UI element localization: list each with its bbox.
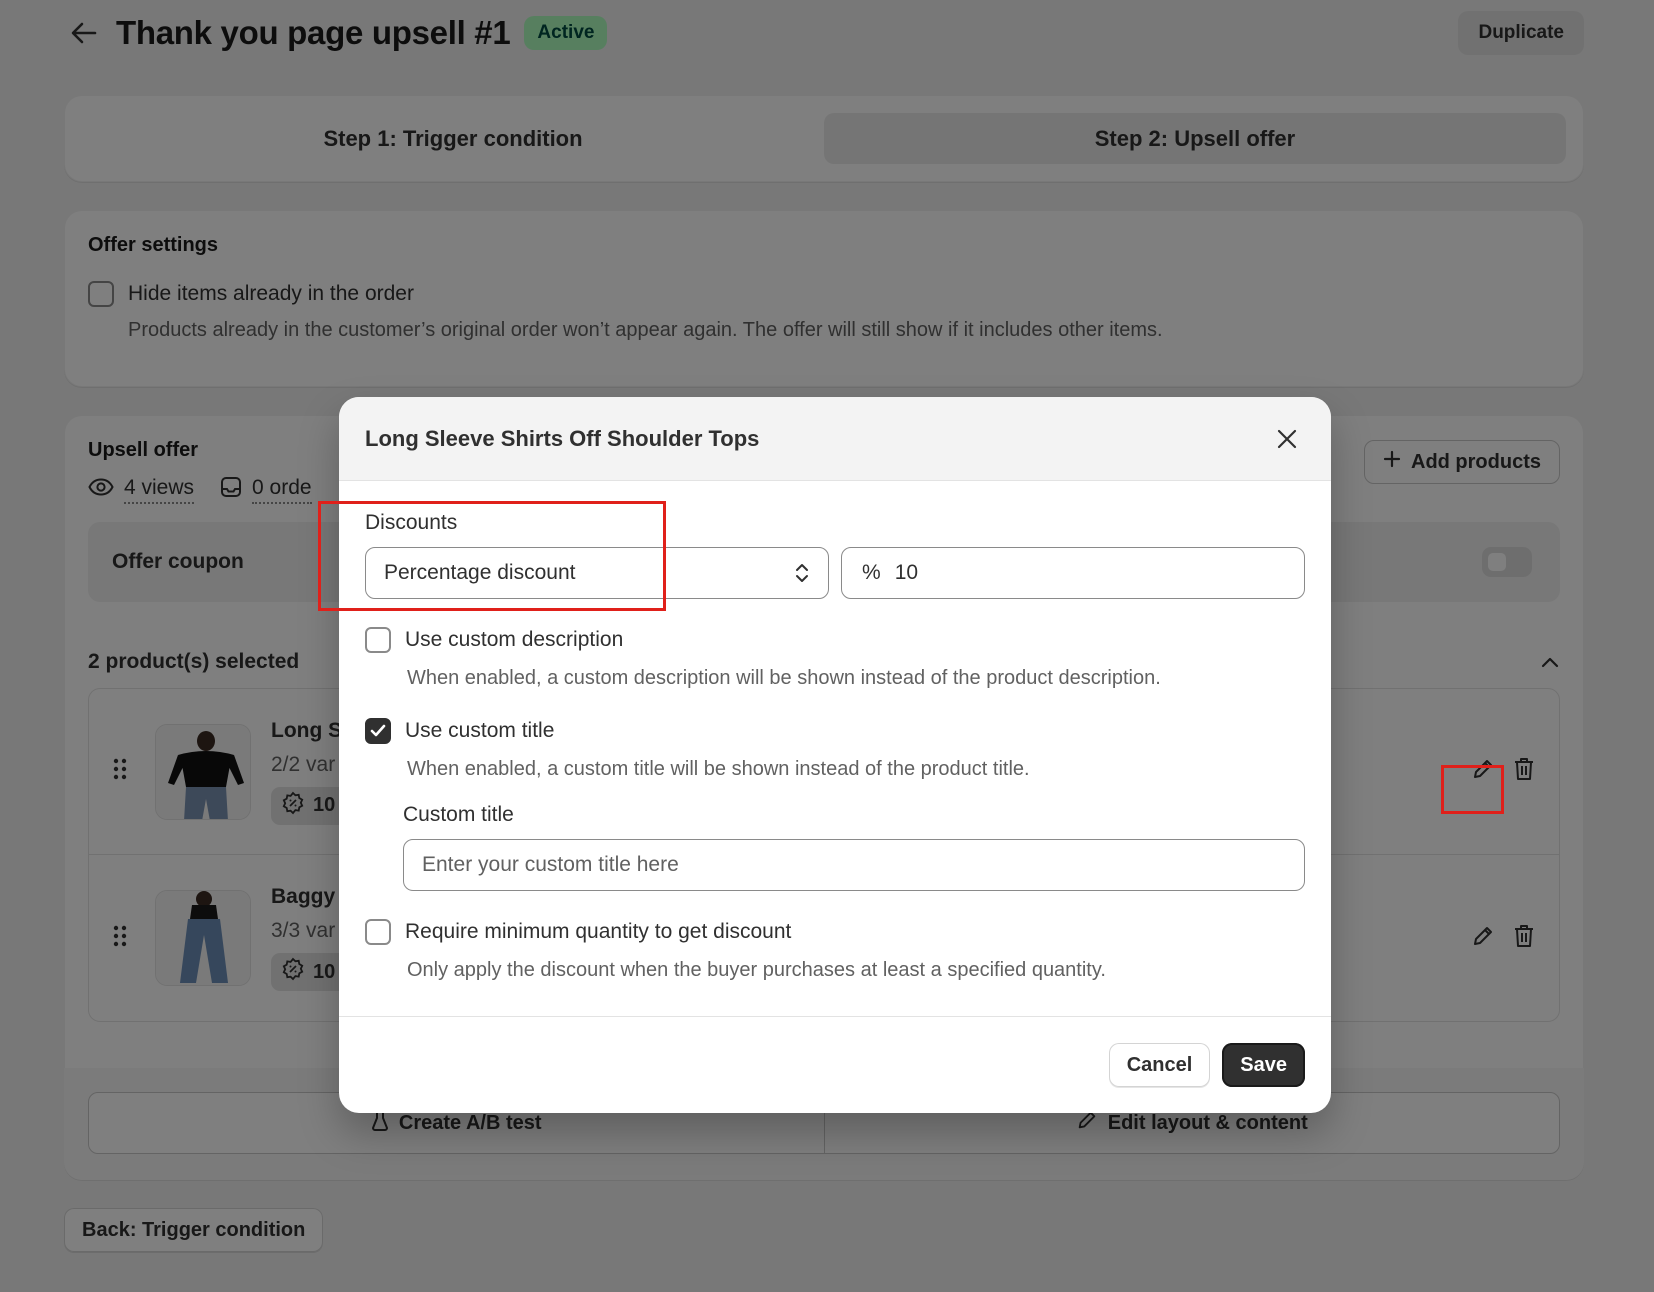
custom-description-checkbox[interactable]	[365, 627, 391, 653]
custom-title-check-label: Use custom title	[405, 719, 555, 742]
checkmark-icon	[370, 724, 386, 737]
custom-title-help: When enabled, a custom title will be sho…	[407, 758, 1030, 780]
percent-prefix: %	[862, 561, 881, 584]
percent-value: 10	[894, 561, 919, 584]
modal-title: Long Sleeve Shirts Off Shoulder Tops	[365, 425, 760, 451]
custom-title-field-group: Custom title Enter your custom title her…	[403, 803, 1305, 891]
modal-footer: Cancel Save	[339, 1016, 1331, 1113]
custom-title-field-label: Custom title	[403, 803, 514, 826]
custom-description-label: Use custom description	[405, 628, 624, 651]
highlight-box-edit-icon	[1441, 765, 1504, 814]
select-chevrons-icon	[794, 560, 810, 592]
custom-description-option: Use custom description	[365, 627, 1305, 653]
custom-title-input[interactable]: Enter your custom title here	[403, 839, 1305, 891]
discount-percent-input[interactable]: % 10	[841, 547, 1305, 599]
min-quantity-option: Require minimum quantity to get discount	[365, 919, 1305, 945]
min-quantity-help: Only apply the discount when the buyer p…	[407, 959, 1106, 981]
save-button[interactable]: Save	[1222, 1043, 1305, 1087]
highlight-box-discounts	[318, 501, 666, 611]
cancel-button[interactable]: Cancel	[1108, 1043, 1211, 1087]
upsell-editor-page: Thank you page upsell #1 Active Duplicat…	[0, 0, 1654, 1292]
modal-header: Long Sleeve Shirts Off Shoulder Tops	[339, 397, 1331, 481]
min-quantity-label: Require minimum quantity to get discount	[405, 920, 792, 943]
custom-description-help: When enabled, a custom description will …	[407, 667, 1161, 689]
close-icon[interactable]	[1271, 423, 1303, 455]
custom-title-option: Use custom title	[365, 718, 1305, 744]
custom-title-checkbox[interactable]	[365, 718, 391, 744]
min-quantity-checkbox[interactable]	[365, 919, 391, 945]
